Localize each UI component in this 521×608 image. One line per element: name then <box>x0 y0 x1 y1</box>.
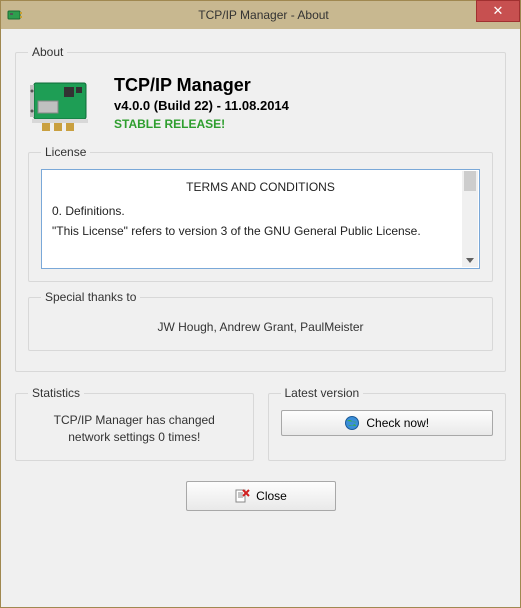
thanks-legend: Special thanks to <box>41 290 140 304</box>
license-heading: TERMS AND CONDITIONS <box>52 180 469 194</box>
close-row: Close <box>15 481 506 511</box>
stats-line-1: TCP/IP Manager has changed <box>54 413 215 427</box>
check-now-button[interactable]: Check now! <box>281 410 494 436</box>
close-x-icon: ✕ <box>493 3 504 19</box>
check-now-label: Check now! <box>366 416 429 430</box>
statistics-text: TCP/IP Manager has changed network setti… <box>28 410 241 448</box>
scroll-thumb[interactable] <box>464 171 476 191</box>
thanks-group: Special thanks to JW Hough, Andrew Grant… <box>28 290 493 351</box>
close-button-label: Close <box>256 489 287 503</box>
license-paragraph: "This License" refers to version 3 of th… <box>52 224 445 238</box>
app-version: v4.0.0 (Build 22) - 11.08.2014 <box>114 98 289 113</box>
license-scrollbar[interactable] <box>462 171 478 267</box>
license-section-0: 0. Definitions. <box>52 204 469 218</box>
bottom-row: Statistics TCP/IP Manager has changed ne… <box>15 380 506 469</box>
about-window: TCP/IP Manager - About ✕ About <box>0 0 521 608</box>
statistics-legend: Statistics <box>28 386 84 400</box>
about-text-block: TCP/IP Manager v4.0.0 (Build 22) - 11.08… <box>114 73 289 131</box>
titlebar: TCP/IP Manager - About ✕ <box>1 1 520 29</box>
app-name: TCP/IP Manager <box>114 75 289 96</box>
license-legend: License <box>41 145 90 159</box>
license-group: License TERMS AND CONDITIONS 0. Definiti… <box>28 145 493 282</box>
statistics-group: Statistics TCP/IP Manager has changed ne… <box>15 386 254 461</box>
thanks-text: JW Hough, Andrew Grant, PaulMeister <box>41 314 480 338</box>
about-header: TCP/IP Manager v4.0.0 (Build 22) - 11.08… <box>28 73 493 137</box>
about-legend: About <box>28 45 67 59</box>
content-area: About <box>1 29 520 607</box>
scroll-down-icon[interactable] <box>466 258 474 263</box>
document-close-icon <box>234 488 250 504</box>
release-label: STABLE RELEASE! <box>114 117 289 131</box>
about-group: About <box>15 45 506 372</box>
latest-version-legend: Latest version <box>281 386 364 400</box>
stats-line-2: network settings 0 times! <box>68 430 200 444</box>
globe-icon <box>344 415 360 431</box>
close-button[interactable]: Close <box>186 481 336 511</box>
license-textbox[interactable]: TERMS AND CONDITIONS 0. Definitions. "Th… <box>41 169 480 269</box>
window-title: TCP/IP Manager - About <box>7 8 520 22</box>
network-card-icon <box>28 73 100 137</box>
latest-version-group: Latest version Check now! <box>268 386 507 461</box>
window-close-button[interactable]: ✕ <box>476 0 520 22</box>
